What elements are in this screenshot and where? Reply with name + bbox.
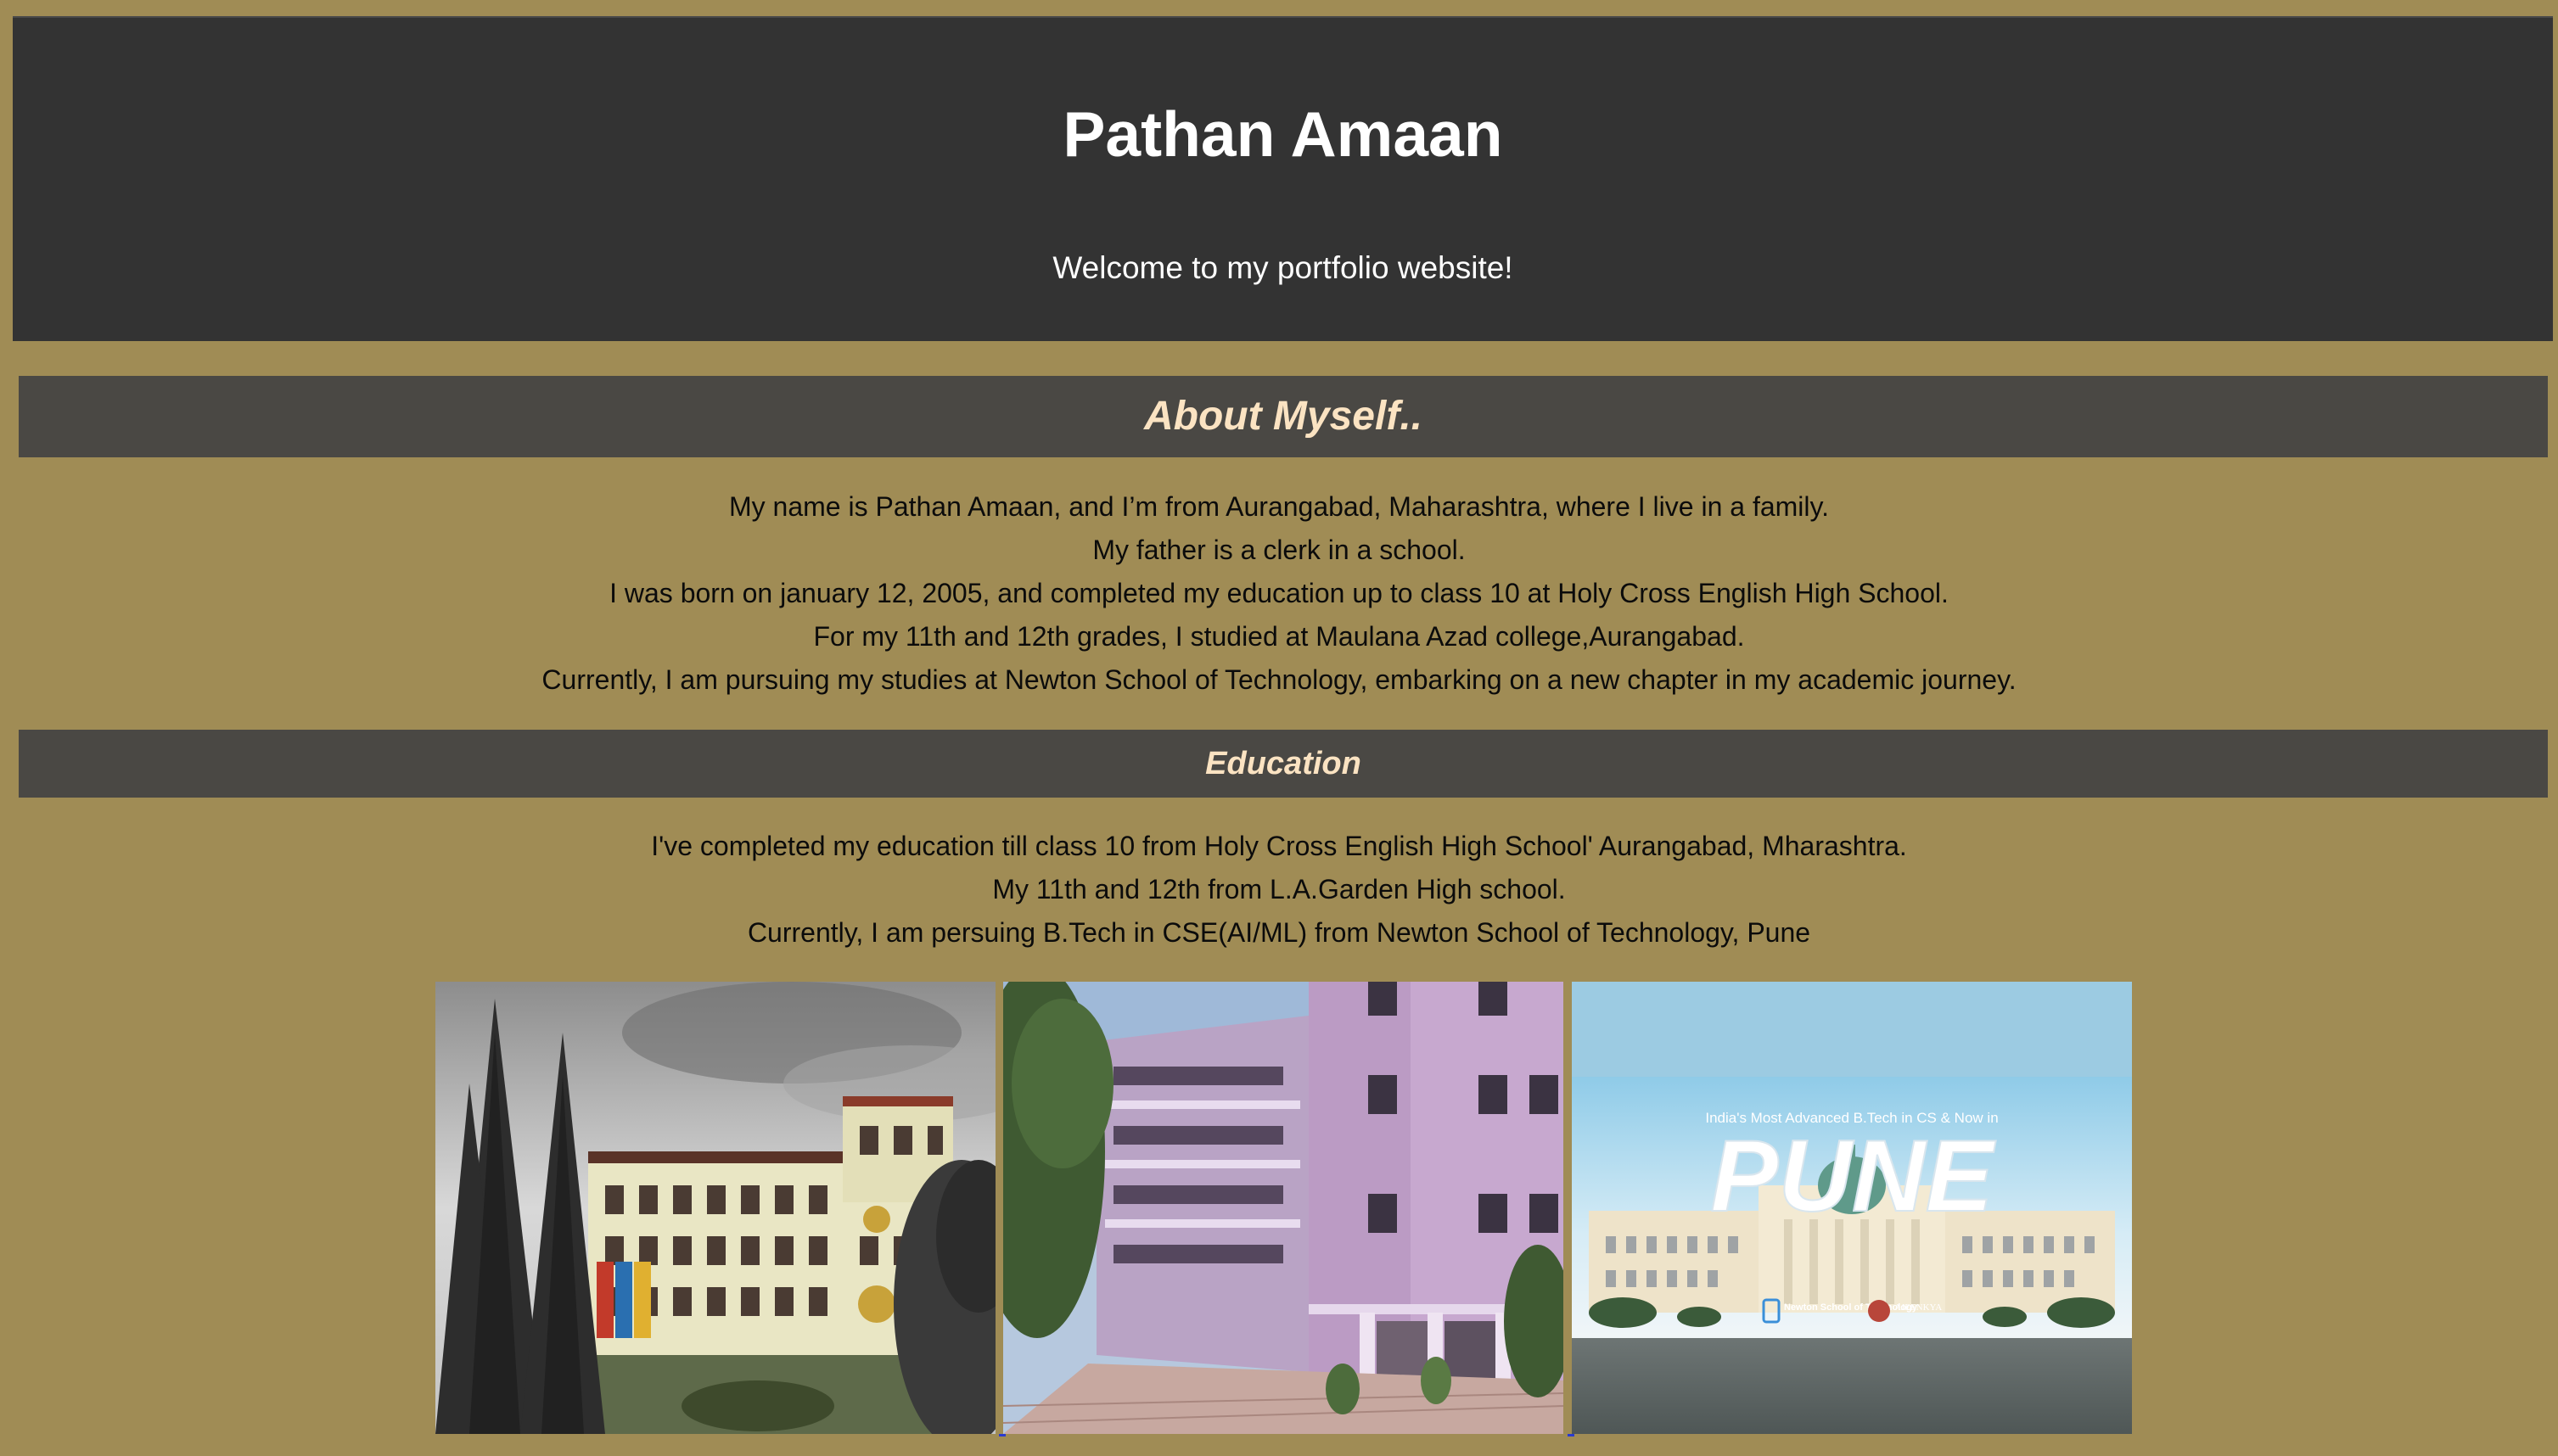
- top-strip: [0, 0, 2558, 14]
- education-line: My 11th and 12th from L.A.Garden High sc…: [992, 874, 1566, 904]
- education-gallery: India's Most Advanced B.Tech in CS & Now…: [435, 982, 2132, 1436]
- about-line: My name is Pathan Amaan, and I’m from Au…: [728, 491, 1830, 522]
- site-header: Pathan Amaan Welcome to my portfolio web…: [13, 16, 2553, 341]
- about-line: Currently, I am pursuing my studies at N…: [541, 664, 2017, 695]
- ajeenkya-logo-text: AJEENKYA: [1894, 1302, 1942, 1313]
- newton-school-pune-banner: India's Most Advanced B.Tech in CS & Now…: [1572, 982, 2132, 1434]
- holy-cross-school-photo: [435, 982, 996, 1434]
- about-line: My father is a clerk in a school.: [1092, 535, 1466, 565]
- welcome-subtitle: Welcome to my portfolio website!: [1052, 250, 1513, 285]
- la-garden-school-photo: [1003, 982, 1563, 1434]
- about-line: I was born on january 12, 2005, and comp…: [609, 578, 1949, 608]
- education-line: Currently, I am persuing B.Tech in CSE(A…: [747, 917, 1811, 948]
- about-text: My name is Pathan Amaan, and I’m from Au…: [0, 485, 2558, 702]
- page-title: Pathan Amaan: [1063, 98, 1503, 170]
- about-heading: About Myself..: [19, 376, 2548, 457]
- scroll-marker: [1568, 1434, 1574, 1436]
- about-line: For my 11th and 12th grades, I studied a…: [813, 621, 1745, 652]
- education-heading: Education: [19, 730, 2548, 798]
- portfolio-page: Pathan Amaan Welcome to my portfolio web…: [0, 0, 2558, 1456]
- education-line: I've completed my education till class 1…: [651, 831, 1907, 861]
- banner-city: PUNE: [1710, 1119, 1996, 1233]
- scroll-marker: [999, 1434, 1006, 1436]
- education-text: I've completed my education till class 1…: [0, 825, 2558, 955]
